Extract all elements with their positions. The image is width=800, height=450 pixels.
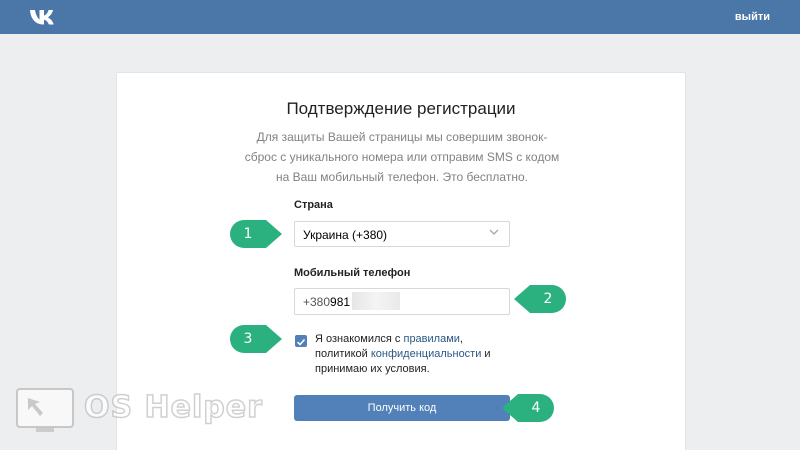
agree-text-part: Я ознакомился с	[315, 333, 404, 345]
annotation-badge-2: 2	[512, 283, 568, 315]
chevron-down-icon	[489, 229, 499, 235]
badge-number: 4	[531, 400, 541, 416]
get-code-button[interactable]: Получить код	[294, 395, 510, 421]
watermark: OS Helper	[14, 386, 264, 436]
badge-number: 2	[543, 291, 553, 307]
phone-value: 981	[330, 295, 351, 309]
phone-input[interactable]: +380981	[294, 288, 510, 315]
logout-link[interactable]: выйти	[735, 11, 770, 23]
country-select[interactable]: Украина (+380)	[294, 221, 510, 247]
annotation-badge-1: 1	[228, 218, 284, 250]
top-bar: выйти	[0, 0, 800, 34]
form-description: Для защиты Вашей страницы мы совершим зв…	[244, 130, 560, 184]
badge-number: 1	[243, 226, 253, 242]
checkmark-icon	[296, 338, 306, 346]
agree-checkbox[interactable]	[295, 335, 307, 347]
monitor-cursor-icon	[16, 388, 74, 432]
annotation-badge-3: 3	[228, 323, 284, 355]
country-label: Страна	[294, 199, 333, 211]
country-value: Украина (+380)	[303, 228, 388, 242]
privacy-link[interactable]: конфиденциальности	[371, 348, 482, 360]
page-title: Подтверждение регистрации	[286, 99, 516, 118]
rules-link[interactable]: правилами	[403, 333, 459, 345]
blurred-digits	[352, 291, 401, 310]
annotation-badge-4: 4	[500, 392, 556, 424]
vk-logo-icon[interactable]	[28, 6, 58, 28]
phone-prefix: +380	[303, 295, 331, 309]
phone-label: Мобильный телефон	[294, 267, 411, 279]
watermark-text: OS Helper	[83, 389, 263, 426]
agree-text: Я ознакомился с правилами, политикой кон…	[315, 332, 515, 377]
badge-number: 3	[243, 331, 253, 347]
